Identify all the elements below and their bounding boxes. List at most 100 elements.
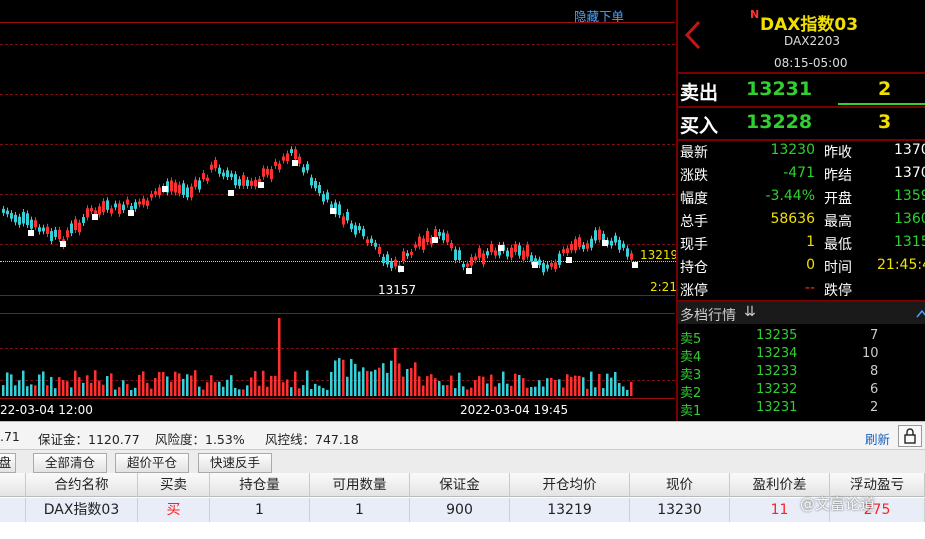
candle [154, 191, 157, 195]
close-all-button[interactable]: 全部清仓 [33, 453, 107, 473]
candle [86, 208, 89, 218]
volume-bar [178, 373, 181, 396]
candle [362, 228, 365, 237]
volume-bar [510, 385, 513, 396]
sell-price[interactable]: 13231 [746, 78, 812, 100]
volume-bar [310, 388, 313, 396]
volume-bar [230, 375, 233, 396]
candle [270, 169, 273, 180]
depth-row[interactable]: 卖5 13235 7 [678, 327, 925, 347]
candle [514, 244, 517, 253]
candle [186, 187, 189, 198]
quick-reverse-button[interactable]: 快速反手 [198, 453, 272, 473]
volume-bar [202, 389, 205, 396]
volume-bar [122, 380, 125, 396]
volume-bar [546, 378, 549, 396]
volume-bar [66, 381, 69, 396]
stat-row: 总手 58636 最高 1360 [680, 211, 925, 230]
volume-bar [346, 376, 349, 396]
candle [610, 240, 613, 246]
trade-marker [466, 268, 472, 274]
chevron-left-icon[interactable] [684, 20, 702, 50]
volume-bar [626, 389, 629, 396]
double-chevron-down-icon[interactable]: ⇊ [744, 304, 756, 320]
volume-bar [226, 379, 229, 396]
candle [366, 239, 369, 244]
volume-bar [526, 387, 529, 396]
volume-bar [390, 360, 393, 396]
candle [158, 187, 161, 196]
table-header[interactable]: 买卖 [138, 473, 210, 497]
partial-button[interactable]: 盘 [0, 453, 16, 473]
volume-bar [258, 385, 261, 396]
candle [354, 225, 357, 235]
table-header[interactable]: 保证金 [410, 473, 510, 497]
candle [206, 177, 209, 181]
depth-row[interactable]: 卖2 13232 6 [678, 381, 925, 401]
volume-bar [610, 377, 613, 396]
volume-bar [250, 377, 253, 396]
last-price-label: 13219 [640, 248, 679, 262]
depth-row[interactable]: 卖4 13234 10 [678, 345, 925, 365]
candle [510, 247, 513, 258]
refresh-link[interactable]: 刷新 [865, 429, 890, 448]
volume-bar [146, 382, 149, 396]
candle [490, 243, 493, 253]
candle [30, 219, 33, 229]
volume-bar [602, 388, 605, 396]
volume-bar [22, 370, 25, 396]
table-header[interactable]: 可用数量 [310, 473, 410, 497]
stat-row: 持仓 0 时间 21:45:4 [680, 257, 925, 276]
depth-header[interactable]: 多档行情 ⇊ [678, 302, 925, 324]
chart-panel[interactable]: 隐藏下单 13219 13157 2:21 22-03-04 12:00 202… [0, 0, 679, 421]
candle [226, 170, 229, 177]
stat-row: 现手 1 最低 1315 [680, 234, 925, 253]
candle [230, 173, 233, 178]
volume-bar [502, 371, 505, 396]
super-close-button[interactable]: 超价平仓 [115, 453, 189, 473]
chevron-up-icon[interactable] [916, 308, 925, 318]
volume-bar [598, 373, 601, 396]
candle [282, 156, 285, 161]
lock-button[interactable] [898, 425, 922, 447]
x-tick-right: 2022-03-04 19:45 [460, 403, 569, 417]
candle [150, 193, 153, 198]
table-cell: 买 [138, 498, 210, 522]
volume-bar [322, 388, 325, 396]
candle [626, 248, 629, 257]
volume-bar [514, 373, 517, 396]
depth-row[interactable]: 卖3 13233 8 [678, 363, 925, 383]
table-header[interactable]: 开仓均价 [510, 473, 630, 497]
candle [174, 182, 177, 193]
volume-bar [418, 376, 421, 396]
row-selector[interactable] [0, 498, 26, 522]
candle [98, 206, 101, 215]
depth-row[interactable]: 卖1 13231 2 [678, 399, 925, 419]
table-header[interactable]: 持仓量 [210, 473, 310, 497]
volume-bar [130, 389, 133, 396]
volume-bar [566, 374, 569, 396]
volume-bar [70, 387, 73, 396]
volume-bar [82, 382, 85, 396]
volume-bar [186, 374, 189, 396]
table-header[interactable]: 合约名称 [26, 473, 138, 497]
volume-bar [542, 386, 545, 396]
candle [410, 251, 413, 256]
volume-bar [14, 385, 17, 396]
volume-bar [358, 371, 361, 396]
table-header[interactable]: 现价 [630, 473, 730, 497]
volume-bar [378, 367, 381, 396]
buy-price[interactable]: 13228 [746, 111, 812, 133]
candle [218, 167, 221, 174]
volume-bar [198, 386, 201, 396]
volume-bar [482, 376, 485, 396]
candle [26, 213, 29, 226]
table-cell: 13230 [630, 498, 730, 522]
candle [590, 238, 593, 248]
candle [414, 244, 417, 248]
candle [402, 251, 405, 262]
candle [438, 232, 441, 236]
volume-bar [78, 377, 81, 396]
volume-bar [162, 372, 165, 396]
volume-bar [522, 378, 525, 396]
